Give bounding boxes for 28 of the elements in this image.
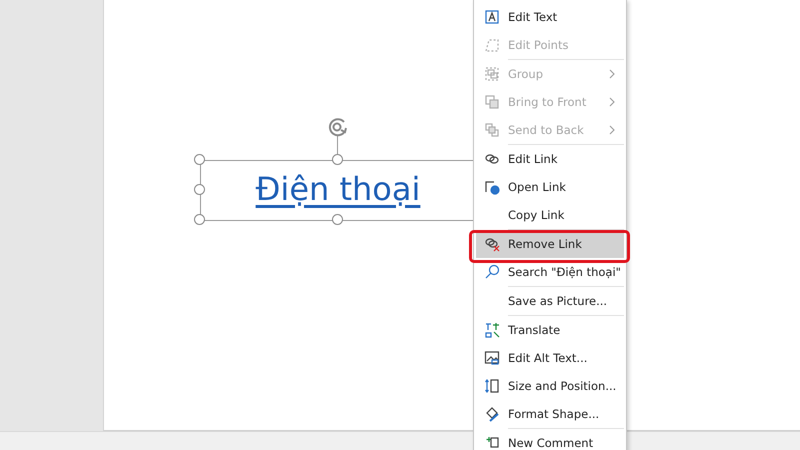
resize-handle[interactable] xyxy=(332,214,343,225)
menu-item[interactable]: Edit Link xyxy=(476,145,624,173)
menu-item[interactable]: Copy Link xyxy=(476,201,624,230)
hyperlink-text[interactable]: Điện thoại xyxy=(256,170,420,208)
menu-item[interactable]: Edit Alt Text... xyxy=(476,344,624,372)
menu-item[interactable]: Translate xyxy=(476,316,624,344)
comment-icon xyxy=(484,435,500,450)
menu-item[interactable]: Size and Position... xyxy=(476,372,624,400)
rotate-handle-icon[interactable] xyxy=(326,116,350,138)
menu-item[interactable]: Edit Text xyxy=(476,3,624,31)
translate-icon xyxy=(484,322,500,338)
dashed-shape-icon xyxy=(484,37,500,53)
menu-item[interactable]: Search "Điện thoại" xyxy=(476,258,624,287)
layers-icon xyxy=(484,122,500,138)
menu-item[interactable]: Format Shape... xyxy=(476,400,624,429)
text-icon xyxy=(484,9,500,25)
resize-handle[interactable] xyxy=(194,184,205,195)
resize-handle[interactable] xyxy=(332,154,343,165)
size-icon xyxy=(484,378,500,394)
search-icon xyxy=(484,264,500,280)
picture-icon xyxy=(484,350,500,366)
resize-handle[interactable] xyxy=(194,214,205,225)
layers-icon xyxy=(484,94,500,110)
resize-handle[interactable] xyxy=(194,154,205,165)
menu-item[interactable]: Save as Picture... xyxy=(476,287,624,316)
remove-link-icon xyxy=(484,236,500,252)
menu-item[interactable]: Open Link xyxy=(476,173,624,201)
group-icon xyxy=(484,66,500,82)
